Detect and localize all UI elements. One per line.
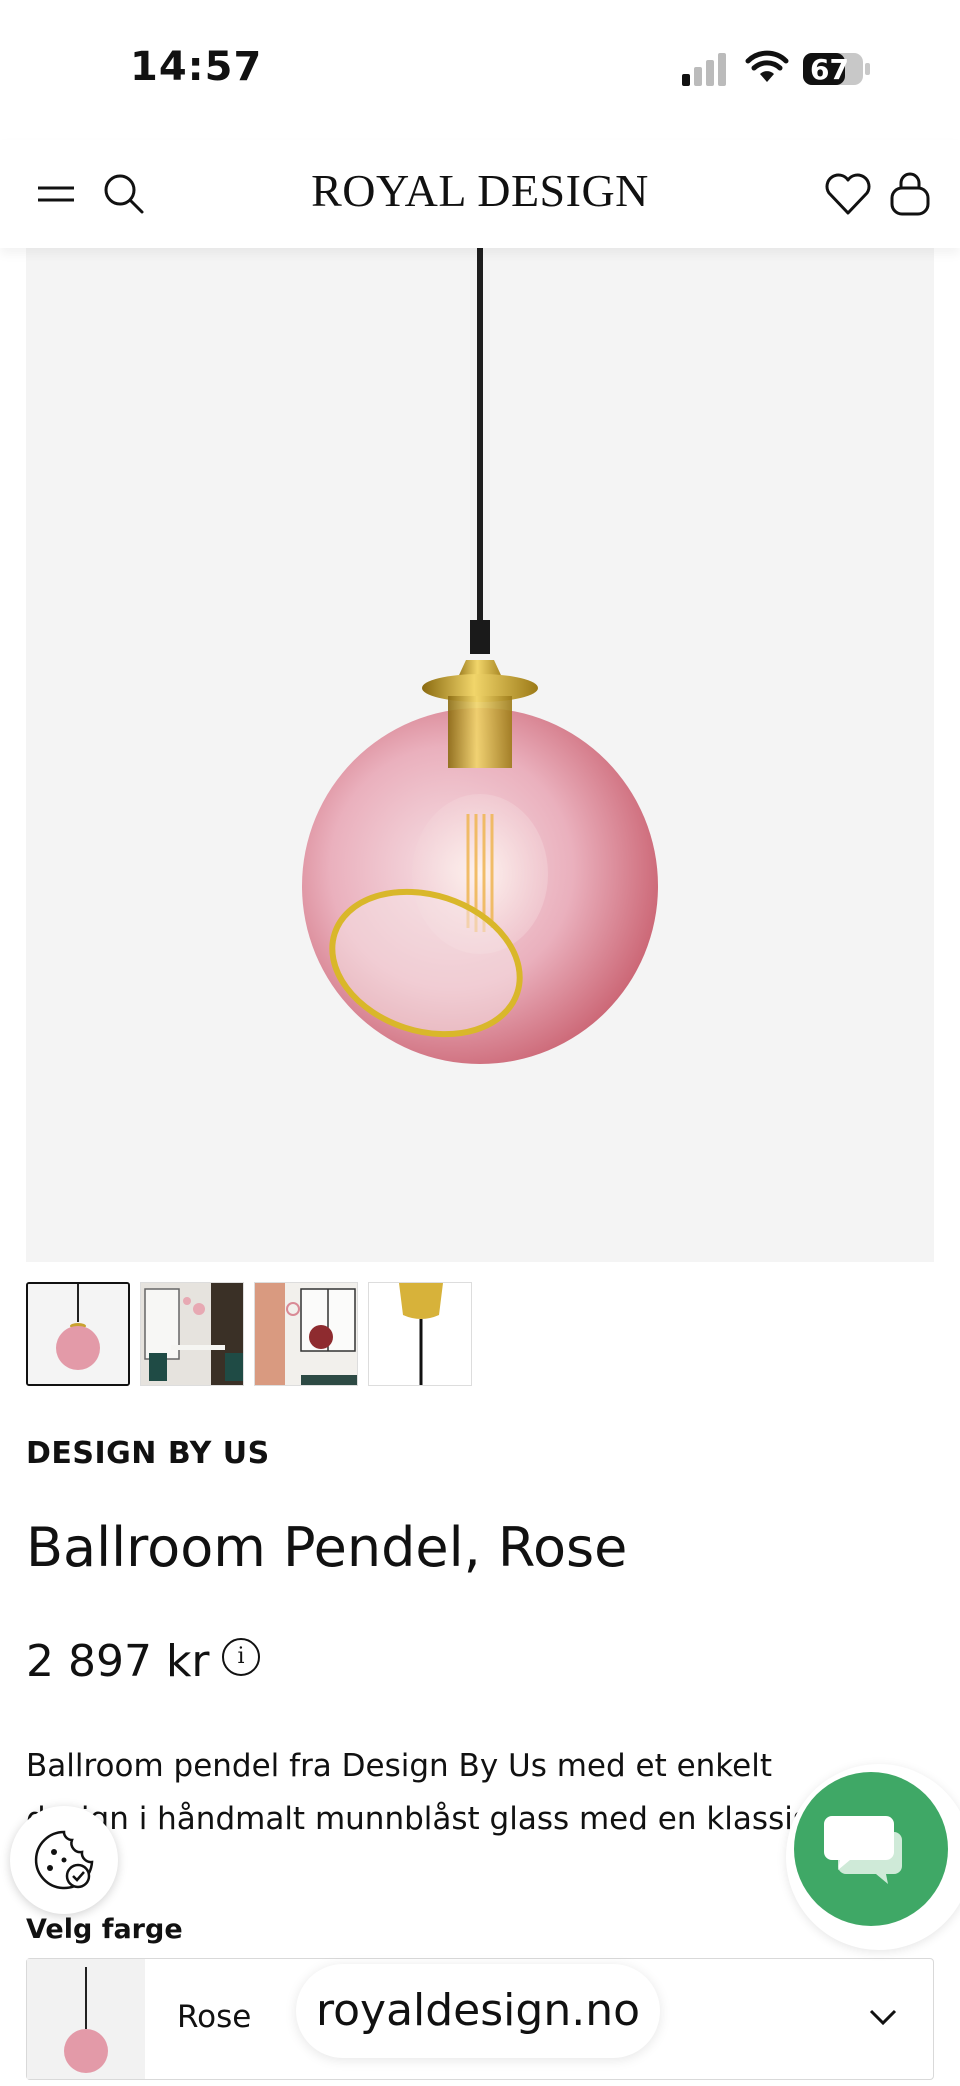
thumbnail-dining-room-image — [141, 1283, 243, 1385]
thumbnail-4[interactable] — [368, 1282, 472, 1386]
wifi-icon — [745, 50, 789, 82]
chevron-down-icon[interactable] — [863, 1997, 903, 2037]
thumbnail-interior-image — [255, 1283, 357, 1385]
site-header: ROYAL DESIGN — [0, 140, 960, 248]
pendant-lamp-image — [302, 248, 658, 1064]
chat-icon — [824, 1816, 902, 1884]
info-icon[interactable]: i — [222, 1638, 260, 1676]
bag-icon[interactable] — [882, 166, 938, 222]
battery-indicator: 67 — [802, 52, 872, 86]
cookie-icon — [34, 1830, 94, 1890]
product-image[interactable] — [26, 248, 934, 1262]
status-time: 14:57 — [130, 44, 263, 90]
chat-button[interactable] — [786, 1764, 960, 1950]
thumbnail-1[interactable] — [26, 1282, 130, 1386]
swatch-pendant-image — [64, 1967, 108, 2073]
cookie-settings-button[interactable] — [10, 1806, 118, 1914]
color-value: Rose — [177, 1999, 252, 2035]
color-swatch — [27, 1959, 145, 2079]
product-description: Ballroom pendel fra Design By Us med et … — [26, 1748, 827, 1890]
battery-level: 67 — [810, 53, 849, 86]
brand-logo[interactable]: ROYAL DESIGN — [0, 164, 960, 217]
product-brand[interactable]: DESIGN BY US — [26, 1436, 270, 1471]
browser-url-pill[interactable]: royaldesign.no — [296, 1964, 660, 2058]
product-price: 2 897 kr — [26, 1636, 210, 1687]
thumbnail-brass-fitting-image — [369, 1283, 471, 1385]
heart-icon[interactable] — [820, 166, 876, 222]
thumbnail-3[interactable] — [254, 1282, 358, 1386]
color-label: Velg farge — [26, 1914, 183, 1945]
signal-icon — [682, 53, 726, 86]
product-title: Ballroom Pendel, Rose — [26, 1516, 628, 1579]
chat-button-fill — [794, 1772, 948, 1926]
status-bar: 14:57 67 — [0, 0, 960, 140]
thumbnail-2[interactable] — [140, 1282, 244, 1386]
thumbnail-pendant-image — [28, 1284, 128, 1384]
